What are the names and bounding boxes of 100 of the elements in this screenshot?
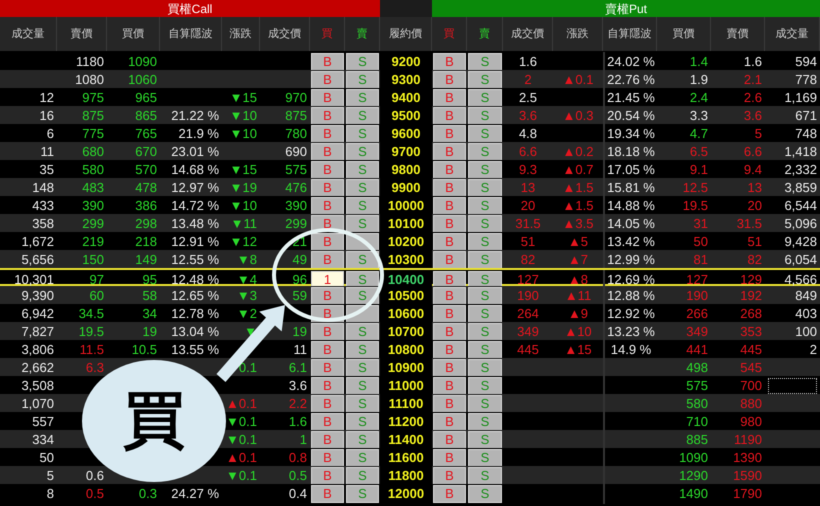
buy-button[interactable]: B <box>311 467 344 484</box>
buy-button[interactable]: B <box>433 179 466 196</box>
buy-button[interactable]: B <box>311 53 344 70</box>
sell-button[interactable]: S <box>346 323 379 340</box>
table-row[interactable]: 5,656 150 149 12.55 % ▼8 49 B S 10300 B S 82 ▲7 12.99 % 81 82 6,054 <box>0 250 820 268</box>
buy-button[interactable]: B <box>311 377 344 394</box>
sell-button[interactable]: S <box>468 197 502 214</box>
buy-button[interactable]: B <box>433 143 466 160</box>
buy-button[interactable]: B <box>433 413 466 430</box>
sell-button[interactable]: S <box>468 89 502 106</box>
sell-button[interactable]: S <box>346 179 379 196</box>
sell-button[interactable]: S <box>346 107 379 124</box>
buy-button[interactable]: B <box>311 143 344 160</box>
buy-button[interactable]: B <box>311 359 344 376</box>
table-row[interactable]: 9,390 60 58 12.65 % ▼3 59 B S 10500 B S 190 ▲11 12.88 % 190 192 849 <box>0 286 820 304</box>
sell-button[interactable]: S <box>468 107 502 124</box>
sell-button[interactable]: S <box>468 449 502 466</box>
buy-button[interactable]: B <box>433 197 466 214</box>
buy-button[interactable]: B <box>311 251 344 268</box>
sell-button[interactable]: S <box>468 377 502 394</box>
buy-button[interactable]: B <box>433 377 466 394</box>
sell-button[interactable]: S <box>346 467 379 484</box>
buy-button[interactable]: B <box>433 431 466 448</box>
buy-button[interactable]: B <box>433 251 466 268</box>
buy-button[interactable]: B <box>433 467 466 484</box>
sell-button[interactable]: S <box>346 341 379 358</box>
sell-button[interactable]: S <box>346 377 379 394</box>
sell-button[interactable]: S <box>468 341 502 358</box>
buy-button[interactable]: B <box>433 161 466 178</box>
sell-button[interactable]: S <box>468 233 502 250</box>
buy-button[interactable]: B <box>311 323 344 340</box>
selected-table-row[interactable]: 10,301 97 95 12.48 % ▼4 96 1 S 10400 B S 127 ▲8 12.69 % 127 129 4,566 <box>0 268 820 286</box>
buy-button[interactable]: B <box>311 125 344 142</box>
table-row[interactable]: 358 299 298 13.48 % ▼11 299 B S 10100 B S 31.5 ▲3.5 14.05 % 31 31.5 5,096 <box>0 214 820 232</box>
buy-button[interactable]: B <box>433 341 466 358</box>
buy-button[interactable]: B <box>433 107 466 124</box>
buy-button[interactable]: B <box>433 53 466 70</box>
buy-button[interactable]: B <box>311 485 344 502</box>
sell-button[interactable]: S <box>468 287 502 304</box>
buy-button[interactable]: B <box>311 107 344 124</box>
buy-button[interactable]: B <box>433 287 466 304</box>
sell-button[interactable]: S <box>468 485 502 502</box>
buy-button[interactable]: B <box>433 71 466 88</box>
sell-button[interactable]: S <box>346 71 379 88</box>
sell-button[interactable]: S <box>346 485 379 502</box>
table-row[interactable]: 148 483 478 12.97 % ▼19 476 B S 9900 B S 13 ▲1.5 15.81 % 12.5 13 3,859 <box>0 178 820 196</box>
buy-button[interactable]: B <box>433 395 466 412</box>
table-row[interactable]: 2,662 6.3 0.1 6.1 B S 10900 B S 498 545 <box>0 358 820 376</box>
buy-button[interactable]: B <box>311 197 344 214</box>
buy-button[interactable]: B <box>311 71 344 88</box>
buy-button[interactable]: B <box>433 359 466 376</box>
sell-button[interactable]: S <box>468 323 502 340</box>
sell-button[interactable]: S <box>346 395 379 412</box>
sell-button[interactable]: S <box>468 305 502 322</box>
buy-button[interactable]: B <box>311 287 344 304</box>
table-row[interactable]: 16 875 865 21.22 % ▼10 875 B S 9500 B S 3.6 ▲0.3 20.54 % 3.3 3.6 671 <box>0 106 820 124</box>
table-row[interactable]: 7,827 19.5 19 13.04 % ▼ 19 B S 10700 B S 349 ▲10 13.23 % 349 353 100 <box>0 322 820 340</box>
buy-button[interactable]: B <box>433 215 466 232</box>
sell-button[interactable]: S <box>468 215 502 232</box>
table-row[interactable]: 1080 1060 B S 9300 B S 2 ▲0.1 22.76 % 1.9 2.1 778 <box>0 70 820 88</box>
sell-button[interactable]: S <box>468 413 502 430</box>
table-row[interactable]: 5 0.6 ▼0.1 0.5 B S 11800 B S 1290 1590 <box>0 466 820 484</box>
sell-button[interactable]: S <box>346 215 379 232</box>
buy-button[interactable]: B <box>311 395 344 412</box>
sell-button[interactable]: S <box>468 161 502 178</box>
sell-button[interactable]: S <box>346 359 379 376</box>
sell-button[interactable]: S <box>468 251 502 268</box>
sell-button[interactable]: S <box>346 431 379 448</box>
sell-button[interactable]: S <box>468 143 502 160</box>
sell-button[interactable]: S <box>346 143 379 160</box>
sell-button[interactable]: S <box>346 53 379 70</box>
sell-button[interactable]: S <box>346 161 379 178</box>
sell-button[interactable]: S <box>468 179 502 196</box>
buy-button[interactable]: B <box>311 161 344 178</box>
sell-button[interactable]: S <box>468 125 502 142</box>
sell-button[interactable]: S <box>468 53 502 70</box>
sell-button[interactable]: S <box>468 431 502 448</box>
buy-button[interactable]: B <box>433 89 466 106</box>
sell-button[interactable]: S <box>468 71 502 88</box>
buy-button[interactable]: B <box>433 485 466 502</box>
buy-button[interactable]: B <box>433 323 466 340</box>
sell-button[interactable]: S <box>346 413 379 430</box>
sell-button[interactable]: S <box>468 359 502 376</box>
buy-button[interactable]: B <box>311 431 344 448</box>
sell-button[interactable]: S <box>468 467 502 484</box>
sell-button[interactable]: S <box>346 125 379 142</box>
buy-button[interactable]: B <box>311 179 344 196</box>
buy-button[interactable]: B <box>433 449 466 466</box>
buy-button[interactable]: B <box>311 341 344 358</box>
sell-button[interactable]: S <box>346 449 379 466</box>
sell-button[interactable]: S <box>468 395 502 412</box>
sell-button[interactable]: S <box>346 197 379 214</box>
buy-button[interactable]: B <box>311 413 344 430</box>
buy-button[interactable]: B <box>311 89 344 106</box>
table-row[interactable]: 11 680 670 23.01 % 690 B S 9700 B S 6.6 ▲0.2 18.18 % 6.5 6.6 1,418 <box>0 142 820 160</box>
buy-button[interactable]: B <box>433 305 466 322</box>
buy-button[interactable]: B <box>311 233 344 250</box>
buy-button[interactable]: B <box>311 449 344 466</box>
sell-button[interactable]: S <box>346 89 379 106</box>
buy-button[interactable]: B <box>433 125 466 142</box>
